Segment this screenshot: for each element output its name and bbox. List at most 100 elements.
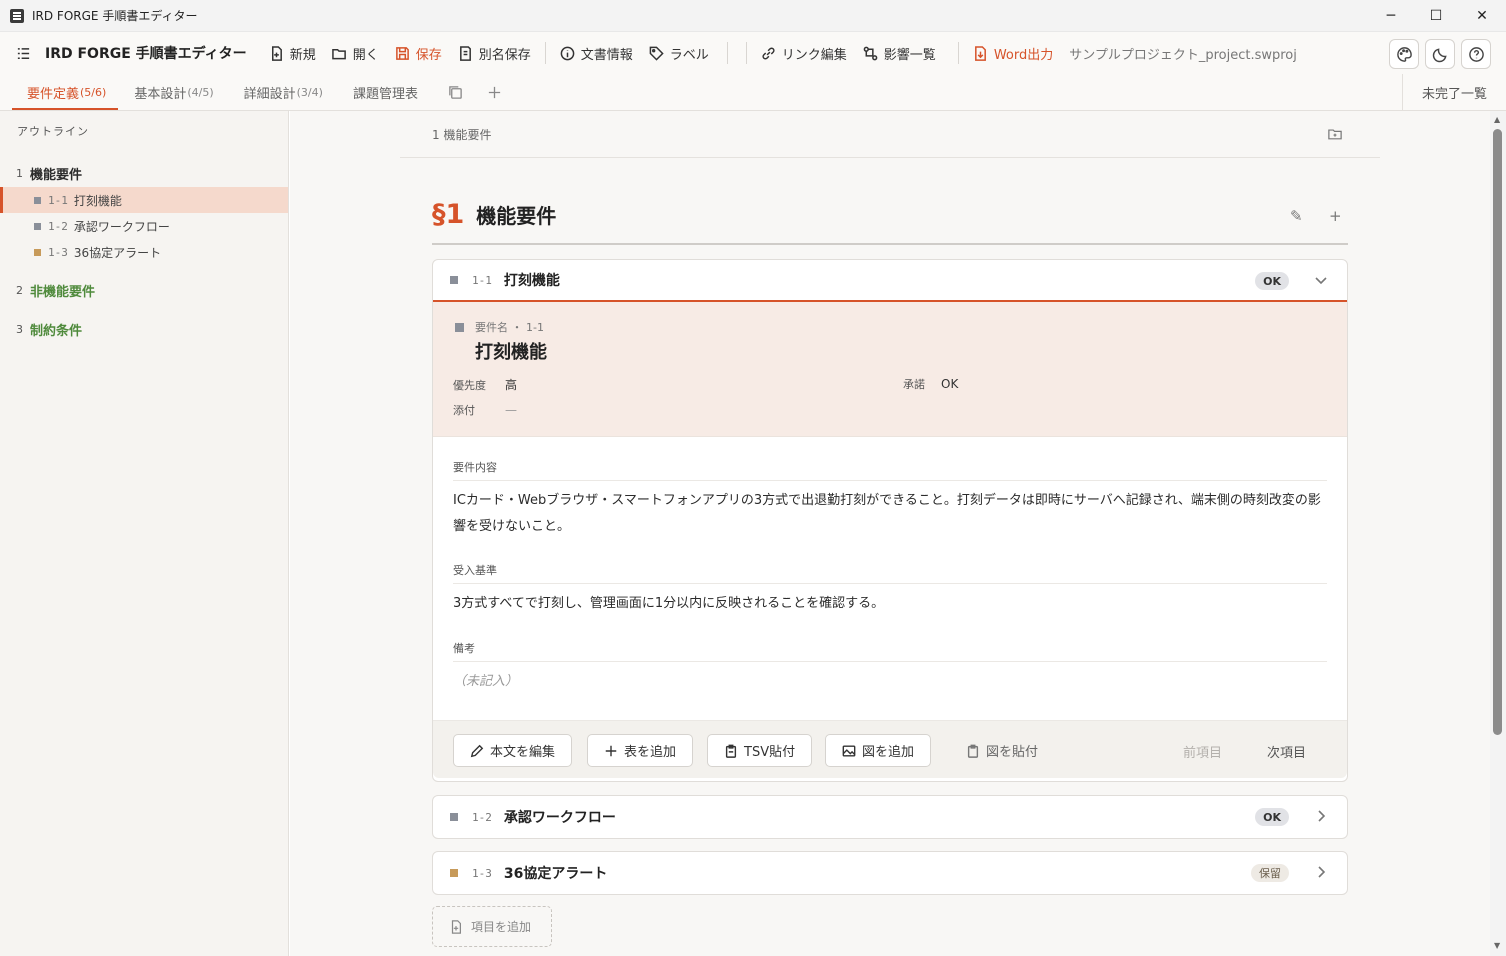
app-brand: IRD FORGE 手順書エディター (45, 46, 247, 62)
notes-label: 備考 (453, 642, 475, 655)
new-file-icon (271, 45, 282, 61)
pencil-icon (470, 744, 484, 757)
edit-section-icon[interactable]: ✎ (1290, 207, 1303, 225)
outline-section-1[interactable]: 1 機能要件 (16, 164, 82, 183)
maximize-button[interactable]: ☐ (1413, 0, 1459, 32)
status-square (450, 813, 458, 821)
window-title: IRD FORGE 手順書エディター (32, 9, 198, 23)
save-button[interactable]: 保存 (387, 39, 450, 67)
copy-icon (449, 85, 462, 99)
outline-item-1-2[interactable]: 1-2 承認ワークフロー (0, 213, 288, 239)
add-figure-button[interactable]: 図を追加 (825, 734, 932, 767)
acceptance-text[interactable]: 3方式すべてで打刻し、管理画面に1分以内に反映されることを確認する。 (453, 591, 1327, 617)
dark-mode-button[interactable] (1425, 39, 1455, 69)
close-window-button[interactable]: ✕ (1459, 0, 1505, 32)
toolbar-divider (726, 42, 728, 64)
save-as-button[interactable]: 別名保存 (450, 39, 539, 67)
clipboard-icon (967, 744, 979, 758)
duplicate-tab-button[interactable] (436, 74, 475, 110)
scroll-down-icon[interactable]: ▼ (1494, 941, 1500, 950)
tab-detail-design[interactable]: 詳細設計 (3/4) (232, 74, 335, 110)
notes-text[interactable]: （未記入） (453, 669, 1327, 695)
requirement-mini-label: 要件名 ・ 1-1 (475, 321, 544, 334)
menu-icon[interactable] (0, 39, 37, 67)
toolbar: IRD FORGE 手順書エディター 新規 開く 保存 別名保存 文書情報 ラベ… (0, 32, 1506, 74)
toolbar-divider (957, 42, 959, 64)
minimize-button[interactable]: ─ (1368, 0, 1414, 32)
edit-body-button[interactable]: 本文を編集 (453, 734, 573, 767)
new-button[interactable]: 新規 (261, 39, 324, 67)
outline-section-2[interactable]: 2 非機能要件 (16, 281, 95, 300)
approval-field[interactable]: 承諾 OK (903, 376, 958, 392)
card-header[interactable]: 1-1 打刻機能 OK (433, 260, 1347, 302)
add-item-button[interactable]: 項目を追加 (432, 906, 552, 947)
section-title: §1 機能要件 (432, 199, 556, 230)
requirement-body: 要件内容 ICカード・Webブラウザ・スマートフォンアプリの3方式で出退勤打刻が… (433, 437, 1347, 720)
impact-list-button[interactable]: 影響一覧 (855, 39, 944, 67)
main-scrollbar[interactable]: ▲ ▼ (1490, 111, 1506, 956)
tsv-paste-button[interactable]: TSV貼付 (707, 734, 813, 767)
incomplete-list-button[interactable]: 未完了一覧 (1402, 74, 1506, 110)
image-add-icon (842, 744, 856, 757)
project-filename: サンプルプロジェクト_project.swproj (1069, 47, 1297, 63)
palette-icon (1396, 46, 1412, 62)
label-button[interactable]: ラベル (641, 39, 717, 67)
theme-palette-button[interactable] (1389, 39, 1419, 69)
card-header[interactable]: 1-2 承認ワークフロー OK (433, 796, 1347, 838)
folder-icon[interactable] (1328, 127, 1342, 144)
toolbar-divider (544, 42, 546, 64)
chevron-down-icon[interactable] (1313, 272, 1329, 288)
priority-field[interactable]: 優先度 高 (453, 376, 517, 393)
plus-icon (605, 745, 617, 756)
status-badge: OK (1255, 272, 1289, 290)
section-symbol: §1 (432, 199, 465, 230)
help-button[interactable] (1461, 39, 1491, 69)
outline-heading: アウトライン (17, 125, 89, 138)
link-edit-button[interactable]: リンク編集 (753, 39, 855, 67)
content-text[interactable]: ICカード・Webブラウザ・スマートフォンアプリの3方式で出退勤打刻ができること… (453, 488, 1327, 540)
scroll-up-icon[interactable]: ▲ (1494, 115, 1500, 124)
word-export-icon (974, 45, 986, 61)
chevron-right-icon[interactable] (1313, 808, 1329, 824)
main-editor: 1 機能要件 §1 機能要件 ✎ + 1-1 打刻機能 OK 要件名 ・ 1-1… (290, 111, 1490, 956)
outline-item-1-1[interactable]: 1-1 打刻機能 (0, 187, 288, 213)
tab-issue-tracker[interactable]: 課題管理表 (341, 74, 430, 110)
status-badge: OK (1255, 808, 1289, 826)
link-icon (762, 47, 775, 59)
card-header[interactable]: 1-3 36協定アラート 保留 (433, 852, 1347, 894)
content-label: 要件内容 (453, 461, 497, 474)
outline-item-1-3[interactable]: 1-3 36協定アラート (0, 239, 288, 265)
add-table-button[interactable]: 表を追加 (587, 734, 694, 767)
toolbar-divider (745, 42, 747, 64)
prev-item-button[interactable]: 前項目 (1183, 742, 1222, 761)
tag-icon (649, 46, 664, 61)
tab-basic-design[interactable]: 基本設計 (4/5) (122, 74, 225, 110)
status-square (450, 276, 458, 284)
section-divider (432, 243, 1348, 245)
chevron-right-icon[interactable] (1313, 864, 1329, 880)
app-icon (10, 8, 24, 23)
attachment-field[interactable]: 添付 — (453, 402, 517, 418)
status-square (34, 222, 41, 230)
doc-info-button[interactable]: 文書情報 (552, 39, 641, 67)
requirement-card-1-3[interactable]: 1-3 36協定アラート 保留 (432, 851, 1348, 895)
open-button[interactable]: 開く (324, 39, 387, 67)
add-tab-button[interactable] (475, 74, 514, 110)
word-export-button[interactable]: Word出力 (965, 39, 1061, 67)
paste-figure-button[interactable]: 図を貼付 (949, 734, 1055, 767)
status-badge: 保留 (1251, 864, 1289, 882)
requirement-name[interactable]: 打刻機能 (475, 338, 547, 364)
scrollbar-thumb[interactable] (1493, 129, 1502, 735)
save-as-icon (459, 45, 471, 61)
status-square (455, 323, 464, 332)
status-square (34, 196, 41, 204)
add-section-icon[interactable]: + (1329, 207, 1342, 225)
tab-requirements[interactable]: 要件定義 (5/6) (0, 74, 119, 110)
requirement-card-1-2[interactable]: 1-2 承認ワークフロー OK (432, 795, 1348, 839)
acceptance-label: 受入基準 (453, 564, 497, 577)
next-item-button[interactable]: 次項目 (1267, 742, 1306, 761)
outline-section-3[interactable]: 3 制約条件 (16, 320, 82, 339)
moon-icon (1432, 47, 1447, 62)
clipboard-icon (725, 744, 737, 758)
info-icon (560, 46, 575, 60)
